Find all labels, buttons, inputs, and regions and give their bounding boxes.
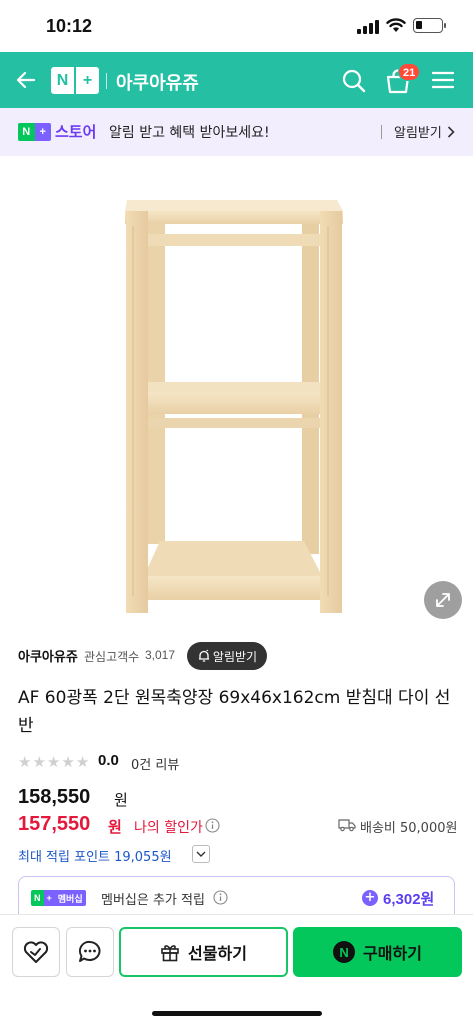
truck-icon: [338, 819, 356, 832]
product-title: AF 60광폭 2단 원목축양장 69x46x162cm 받침대 다이 선반: [18, 688, 451, 736]
naver-plus-logo[interactable]: N +: [51, 67, 99, 94]
star-icon: ★: [18, 753, 32, 771]
naver-pay-icon: N: [333, 941, 356, 963]
store-label: 스토어: [55, 123, 97, 141]
membership-points: 6,302원: [383, 891, 435, 908]
info-icon[interactable]: [205, 818, 220, 833]
wishlist-button[interactable]: [12, 927, 60, 977]
cart-count-badge: 21: [398, 63, 421, 81]
chevron-down-icon: [196, 851, 206, 857]
gift-icon: [161, 945, 179, 962]
gift-label: 선물하기: [188, 944, 247, 963]
shipping-fee: 배송비 50,000원: [360, 821, 458, 836]
banner-message: 알림 받고 혜택 받아보세요!: [109, 125, 270, 141]
chat-button[interactable]: [66, 927, 114, 977]
chevron-right-icon: [447, 126, 455, 138]
home-indicator: [152, 1011, 322, 1016]
search-icon[interactable]: [341, 68, 367, 94]
heart-check-icon: [23, 941, 49, 963]
seller-name[interactable]: 아쿠아유쥬: [18, 646, 78, 665]
review-count-link[interactable]: 0건 리뷰: [131, 754, 179, 773]
points-expand-button[interactable]: [192, 845, 210, 863]
chat-bubble-icon: [78, 940, 101, 962]
wifi-icon: [386, 18, 406, 32]
fans-label: 관심고객수: [84, 650, 140, 664]
store-title[interactable]: 아쿠아유쥬: [116, 69, 199, 95]
membership-badge: N + 멤버십: [31, 890, 86, 906]
battery-icon: [413, 18, 446, 33]
membership-text: 멤버십은 추가 적립: [101, 893, 205, 908]
banner-subscribe-link[interactable]: 알림받기: [394, 122, 442, 141]
membership-badge-label: 멤버십: [54, 890, 86, 906]
star-icon: ★: [75, 753, 90, 771]
signal-icon: [357, 20, 379, 34]
gift-button[interactable]: 선물하기: [119, 927, 288, 977]
membership-badge-plus: +: [43, 890, 55, 906]
fans-count: 3,017: [145, 648, 176, 662]
expand-icon: [436, 593, 450, 607]
membership-badge-n: N: [31, 890, 44, 906]
logo-n: N: [56, 71, 69, 89]
original-price-unit: 원: [114, 791, 128, 809]
plus-circle-icon: +: [362, 890, 378, 906]
store-alarm-banner[interactable]: N + 스토어 알림 받고 혜택 받아보세요! 알림받기: [0, 108, 473, 156]
sale-price: 157,550: [18, 813, 91, 835]
wooden-shelf-illustration: [125, 200, 343, 613]
star-icon: ★: [61, 753, 75, 771]
np-plus: +: [34, 123, 51, 141]
seller-alarm-button[interactable]: 알림받기: [187, 642, 267, 670]
back-arrow-icon[interactable]: [14, 68, 38, 92]
bottom-action-bar: 선물하기 N 구매하기: [0, 914, 473, 1024]
clock: 10:12: [46, 16, 93, 36]
sale-price-unit: 원: [108, 818, 122, 836]
star-icon: ★: [32, 753, 46, 771]
bell-icon: [198, 649, 209, 662]
star-icon: ★: [46, 753, 61, 771]
expand-image-button[interactable]: [424, 581, 462, 619]
max-points: 최대 적립 포인트 19,055원: [18, 850, 172, 865]
naver-plus-badge: N +: [18, 123, 51, 141]
my-sale-label: 나의 할인가: [134, 820, 203, 836]
np-n: N: [18, 123, 35, 141]
product-image[interactable]: [0, 156, 473, 628]
star-rating: ★ ★ ★ ★ ★: [18, 753, 89, 771]
store-header: N + 아쿠아유쥬 21: [0, 52, 473, 108]
menu-icon[interactable]: [432, 71, 454, 89]
alarm-label: 알림받기: [212, 649, 258, 664]
info-icon[interactable]: [213, 890, 228, 905]
buy-label: 구매하기: [363, 944, 422, 963]
rating-value: 0.0: [98, 752, 119, 769]
status-bar: 10:12: [0, 0, 473, 52]
buy-button[interactable]: N 구매하기: [293, 927, 462, 977]
header-divider: [106, 73, 107, 89]
original-price: 158,550: [18, 786, 91, 808]
banner-divider: [381, 125, 382, 139]
logo-plus: +: [74, 67, 99, 94]
